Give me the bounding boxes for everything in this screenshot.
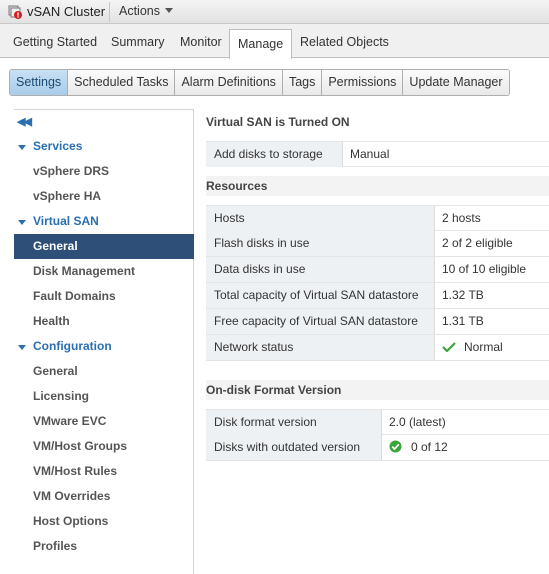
nav-item-vm-host-groups[interactable]: VM/Host Groups <box>14 434 194 459</box>
expand-triangle-icon <box>18 220 26 225</box>
section-title-on-disk-format: On-disk Format Version <box>206 383 342 397</box>
table-row: Disks with outdated version 0 of 12 <box>206 435 549 461</box>
nav-item-licensing[interactable]: Licensing <box>14 384 194 409</box>
table-row: Free capacity of Virtual SAN datastore 1… <box>206 309 549 335</box>
nav-item-vmware-evc[interactable]: VMware EVC <box>14 409 194 434</box>
row-value: 2 hosts <box>442 211 481 225</box>
tab-manage[interactable]: Manage <box>229 29 293 59</box>
table-row: Add disks to storage Manual <box>206 141 549 167</box>
cluster-icon <box>8 5 22 19</box>
outdated-disks-text: 0 of 12 <box>411 440 448 454</box>
tab-monitor[interactable]: Monitor <box>180 35 222 49</box>
nav-item-fault-domains[interactable]: Fault Domains <box>14 284 194 309</box>
row-value: 2 of 2 eligible <box>442 236 513 250</box>
row-value-network-status: Normal <box>435 335 503 360</box>
tab-related-objects[interactable]: Related Objects <box>300 35 389 49</box>
subtab-tags[interactable]: Tags <box>282 70 323 95</box>
table-row: Disk format version 2.0 (latest) <box>206 409 549 435</box>
nav-group-services[interactable]: Services <box>14 134 194 159</box>
table-row: Total capacity of Virtual SAN datastore … <box>206 283 549 309</box>
nav-item-disk-management[interactable]: Disk Management <box>14 259 194 284</box>
actions-label: Actions <box>119 4 160 18</box>
format-table: Disk format version 2.0 (latest) Disks w… <box>206 409 549 461</box>
resources-table: Hosts 2 hosts Flash disks in use 2 of 2 … <box>206 205 549 361</box>
subtab-scheduled-tasks[interactable]: Scheduled Tasks <box>68 70 176 95</box>
subtab-alarm-definitions[interactable]: Alarm Definitions <box>175 70 283 95</box>
nav-item-vm-host-rules[interactable]: VM/Host Rules <box>14 459 194 484</box>
subtab-settings[interactable]: Settings <box>10 70 69 95</box>
sub-tab-bar: Settings Scheduled Tasks Alarm Definitio… <box>9 69 510 96</box>
expand-triangle-icon <box>18 145 26 150</box>
table-row: Data disks in use 10 of 10 eligible <box>206 257 549 283</box>
nav-item-profiles[interactable]: Profiles <box>14 534 194 559</box>
caret-down-icon <box>165 8 173 13</box>
vsan-status-table: Add disks to storage Manual <box>206 141 549 167</box>
nav-group-configuration[interactable]: Configuration <box>14 334 194 359</box>
subtab-update-manager[interactable]: Update Manager <box>403 70 509 95</box>
table-row: Hosts 2 hosts <box>206 205 549 231</box>
nav-group-label: Configuration <box>33 339 112 353</box>
nav-item-vsphere-ha[interactable]: vSphere HA <box>14 184 194 209</box>
collapse-double-arrow-icon[interactable]: ◀◀ <box>17 115 32 128</box>
subtab-permissions[interactable]: Permissions <box>322 70 404 95</box>
nav-group-virtual-san[interactable]: Virtual SAN <box>14 209 194 234</box>
nav-item-health[interactable]: Health <box>14 309 194 334</box>
row-key: Disk format version <box>206 410 382 435</box>
row-value: Manual <box>350 147 390 161</box>
row-key: Network status <box>206 335 435 360</box>
tab-summary[interactable]: Summary <box>111 35 164 49</box>
row-value: 2.0 (latest) <box>389 415 446 429</box>
row-key: Flash disks in use <box>206 231 435 256</box>
ok-circle-icon <box>389 440 402 453</box>
title-divider <box>109 2 110 22</box>
section-title-vsan-status: Virtual SAN is Turned ON <box>206 115 350 129</box>
row-key: Disks with outdated version <box>206 435 382 460</box>
nav-group-label: Services <box>33 139 83 153</box>
row-value: 1.31 TB <box>442 314 484 328</box>
table-row: Flash disks in use 2 of 2 eligible <box>206 231 549 257</box>
row-value: 10 of 10 eligible <box>442 262 527 276</box>
tab-getting-started[interactable]: Getting Started <box>13 35 97 49</box>
network-status-text: Normal <box>464 340 503 354</box>
nav-item-vm-overrides[interactable]: VM Overrides <box>14 484 194 509</box>
row-key: Add disks to storage <box>206 142 343 167</box>
check-icon <box>442 342 456 352</box>
expand-triangle-icon <box>18 345 26 350</box>
section-title-resources: Resources <box>206 179 268 193</box>
row-key: Free capacity of Virtual SAN datastore <box>206 309 435 334</box>
table-row: Network status Normal <box>206 335 549 361</box>
nav-item-config-general[interactable]: General <box>14 359 194 384</box>
title-bar: vSAN Cluster Actions <box>0 0 549 24</box>
row-value-outdated-disks: 0 of 12 <box>382 435 448 460</box>
settings-nav: ◀◀ Services vSphere DRS vSphere HA Virtu… <box>14 109 194 574</box>
nav-item-vsphere-drs[interactable]: vSphere DRS <box>14 159 194 184</box>
actions-menu-button[interactable]: Actions <box>119 4 173 18</box>
row-key: Data disks in use <box>206 257 435 282</box>
nav-group-label: Virtual SAN <box>33 214 99 228</box>
page-title: vSAN Cluster <box>27 4 106 19</box>
nav-item-general[interactable]: General <box>14 234 194 259</box>
top-tab-bar: Getting Started Summary Monitor Manage R… <box>0 24 549 59</box>
row-value: 1.32 TB <box>442 288 484 302</box>
row-key: Hosts <box>206 206 435 231</box>
row-key: Total capacity of Virtual SAN datastore <box>206 283 435 308</box>
nav-item-host-options[interactable]: Host Options <box>14 509 194 534</box>
